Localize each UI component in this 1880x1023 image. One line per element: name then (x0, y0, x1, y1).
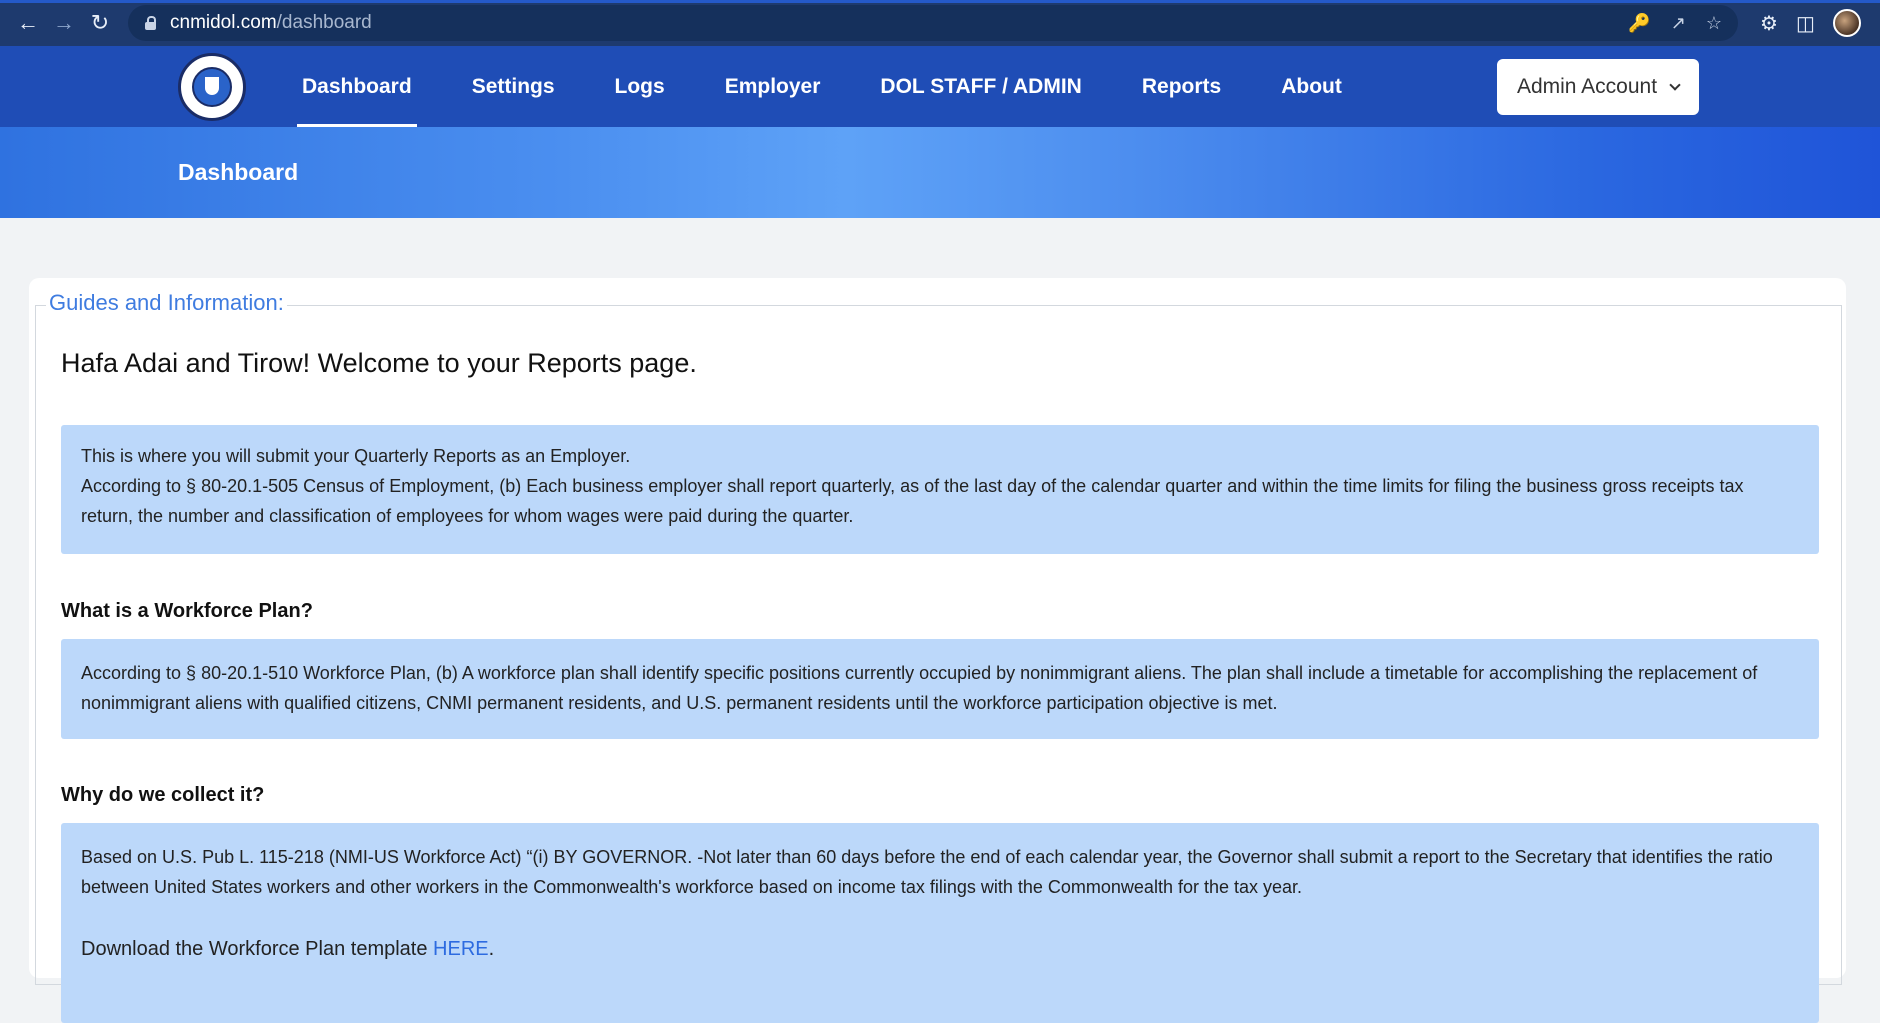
nav-reports[interactable]: Reports (1137, 46, 1226, 127)
workforce-plan-text: According to § 80-20.1-510 Workforce Pla… (81, 663, 1758, 713)
page-title: Dashboard (178, 159, 299, 185)
download-suffix: . (488, 938, 495, 960)
seal-emblem-icon (192, 67, 232, 107)
reload-icon[interactable]: ↻ (82, 5, 118, 41)
nav-dol-staff-admin[interactable]: DOL STAFF / ADMIN (875, 46, 1086, 127)
nav-dashboard[interactable]: Dashboard (297, 46, 417, 127)
guides-fieldset: Guides and Information: Hafa Adai and Ti… (35, 290, 1842, 1023)
extensions-puzzle-icon[interactable]: ⚙ (1760, 11, 1778, 36)
back-arrow-icon[interactable]: ← (10, 5, 46, 41)
workforce-plan-info-box: According to § 80-20.1-510 Workforce Pla… (61, 639, 1819, 739)
intro-text-line1: This is where you will submit your Quart… (81, 446, 631, 466)
nav-about[interactable]: About (1276, 46, 1347, 127)
url-path: /dashboard (276, 12, 372, 33)
download-prefix: Download the Workforce Plan template (81, 938, 434, 960)
address-bar[interactable]: cnmidol.com/dashboard 🔑 ↗ ☆ (128, 5, 1738, 41)
nav-settings[interactable]: Settings (467, 46, 560, 127)
why-collect-heading: Why do we collect it? (61, 784, 265, 806)
workforce-plan-heading: What is a Workforce Plan? (61, 600, 313, 622)
admin-account-dropdown[interactable]: Admin Account (1497, 59, 1699, 115)
forward-arrow-icon[interactable]: → (46, 5, 82, 41)
key-icon[interactable]: 🔑 (1628, 13, 1650, 34)
lock-icon[interactable] (144, 16, 156, 30)
intro-info-box: This is where you will submit your Quart… (61, 425, 1819, 554)
browser-toolbar: ← → ↻ cnmidol.com/dashboard 🔑 ↗ ☆ ⚙ ◫ (0, 0, 1880, 46)
nav-logs[interactable]: Logs (610, 46, 670, 127)
tab-strip-edge (0, 0, 1880, 3)
profile-avatar[interactable] (1832, 9, 1861, 37)
nav-employer[interactable]: Employer (720, 46, 826, 127)
download-here-link[interactable]: HERE (433, 938, 489, 960)
why-collect-text: Based on U.S. Pub L. 115-218 (NMI-US Wor… (81, 847, 1773, 897)
url-host: cnmidol.com (170, 12, 277, 33)
main-menu: Dashboard Settings Logs Employer DOL STA… (297, 46, 1397, 127)
intro-text-line2: According to § 80-20.1-505 Census of Emp… (81, 476, 1744, 526)
chevron-down-icon (1669, 79, 1681, 91)
share-icon[interactable]: ↗ (1671, 13, 1686, 34)
side-panel-icon[interactable]: ◫ (1796, 11, 1815, 36)
why-collect-info-box: Based on U.S. Pub L. 115-218 (NMI-US Wor… (61, 823, 1819, 1023)
department-of-labor-seal-logo[interactable] (178, 53, 246, 121)
content-card: Guides and Information: Hafa Adai and Ti… (29, 278, 1846, 1023)
account-label: Admin Account (1516, 75, 1658, 98)
welcome-heading: Hafa Adai and Tirow! Welcome to your Rep… (61, 348, 697, 378)
guides-legend: Guides and Information: (46, 290, 287, 316)
star-icon[interactable]: ☆ (1706, 13, 1722, 34)
page-header-banner: Dashboard (0, 127, 1880, 218)
download-template-line: Download the Workforce Plan template HER… (81, 934, 1799, 964)
site-navbar: Dashboard Settings Logs Employer DOL STA… (0, 46, 1880, 127)
